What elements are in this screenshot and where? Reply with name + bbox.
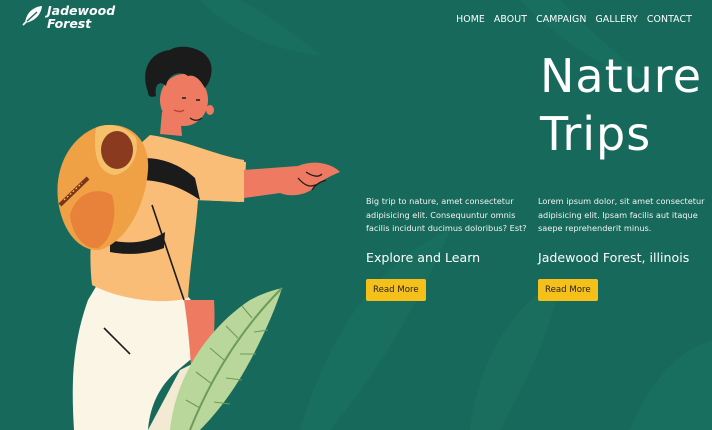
read-more-button[interactable]: Read More [538,278,598,301]
main-nav: HOME ABOUT CAMPAIGN GALLERY CONTACT [456,14,692,25]
info-column-explore: Big trip to nature, amet consectetur adi… [366,195,534,301]
info-column-heading: Explore and Learn [366,249,481,265]
hero-title-line1: Nature [540,49,702,103]
brand-name-line2: Forest [47,16,92,31]
hero-title: Nature Trips [540,47,702,163]
brand-logo[interactable]: Jadewood Forest [22,4,115,30]
read-more-button[interactable]: Read More [366,278,426,301]
info-column-text: Lorem ipsum dolor, sit amet consectetur … [538,196,705,234]
info-column-text: Big trip to nature, amet consectetur adi… [366,196,527,234]
nav-campaign[interactable]: CAMPAIGN [536,14,586,25]
leaf-logo-icon [22,6,42,26]
brand-name: Jadewood Forest [47,4,115,30]
info-column-location: Lorem ipsum dolor, sit amet consectetur … [538,195,706,301]
info-column-heading: Jadewood Forest, illinois [538,249,690,265]
nav-home[interactable]: HOME [456,14,485,25]
nav-about[interactable]: ABOUT [494,14,527,25]
nav-contact[interactable]: CONTACT [647,14,692,25]
hero-title-line2: Trips [540,107,652,161]
nav-gallery[interactable]: GALLERY [595,14,637,25]
